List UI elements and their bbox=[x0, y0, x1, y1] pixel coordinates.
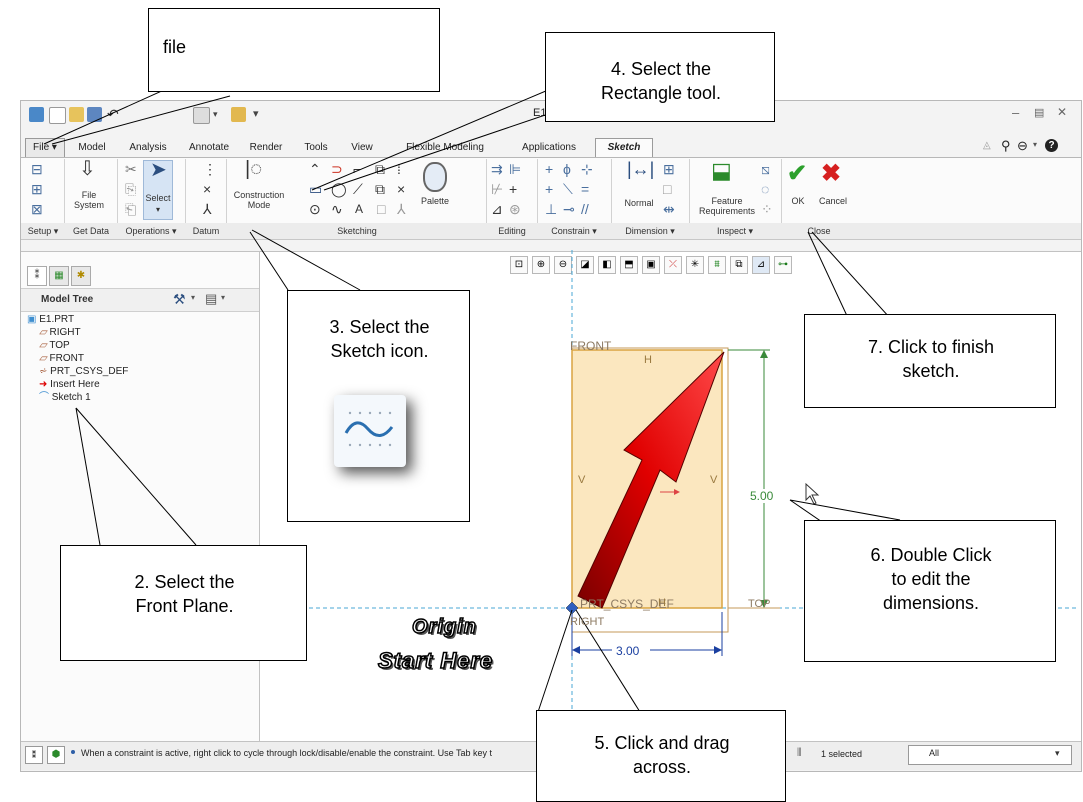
top-plane-label: TOP bbox=[748, 598, 771, 610]
start-here-annotation: Start Here bbox=[377, 647, 494, 674]
sketch-icon bbox=[344, 411, 394, 447]
callout-step-7-text: 7. Click to finish sketch. bbox=[867, 337, 995, 381]
callout-step-6-text: 6. Double Click to edit the dimensions. bbox=[870, 545, 992, 613]
origin-annotation: Origin bbox=[411, 615, 477, 639]
callout-step-2: 2. Select the Front Plane. bbox=[60, 545, 307, 661]
right-plane-label: RIGHT bbox=[570, 616, 605, 628]
dimension-arrowhead bbox=[714, 646, 722, 654]
front-plane-label: FRONT bbox=[570, 339, 612, 353]
callout-file: file bbox=[148, 8, 440, 92]
dimension-arrowhead bbox=[760, 350, 768, 358]
callout-pointer bbox=[811, 231, 891, 319]
callout-pointer bbox=[75, 407, 101, 546]
callout-step-5: 5. Click and drag across. bbox=[536, 710, 786, 802]
callout-step-3: 3. Select the Sketch icon. bbox=[287, 290, 470, 522]
vertical-constraint-marker: V bbox=[710, 474, 718, 486]
callout-step-2-text: 2. Select the Front Plane. bbox=[134, 572, 235, 616]
mouse-cursor-icon bbox=[805, 482, 820, 505]
dimension-arrowhead bbox=[572, 646, 580, 654]
width-dimension-value[interactable]: 3.00 bbox=[616, 644, 639, 658]
sketch-icon-preview bbox=[334, 395, 406, 467]
callout-pointer bbox=[311, 84, 561, 191]
callout-file-text: file bbox=[163, 37, 187, 57]
horizontal-constraint-marker: H bbox=[644, 354, 652, 366]
callout-step-4-text: 4. Select the Rectangle tool. bbox=[600, 59, 722, 103]
callout-step-7: 7. Click to finish sketch. bbox=[804, 314, 1056, 408]
callout-pointer bbox=[323, 109, 561, 191]
vertical-constraint-marker: V bbox=[578, 474, 586, 486]
callout-pointer bbox=[51, 95, 231, 145]
callout-pointer bbox=[789, 499, 901, 521]
callout-pointer bbox=[807, 231, 849, 319]
callout-pointer bbox=[75, 407, 197, 546]
callout-step-3-text: 3. Select the Sketch icon. bbox=[329, 317, 430, 361]
callout-pointer bbox=[249, 231, 289, 291]
callout-pointer bbox=[537, 609, 573, 713]
callout-step-6: 6. Double Click to edit the dimensions. bbox=[804, 520, 1056, 662]
horizontal-constraint-marker: H bbox=[658, 597, 666, 609]
callout-step-5-text: 5. Click and drag across. bbox=[594, 733, 730, 777]
height-dimension-value[interactable]: 5.00 bbox=[750, 489, 774, 503]
callout-step-4: 4. Select the Rectangle tool. bbox=[545, 32, 775, 122]
